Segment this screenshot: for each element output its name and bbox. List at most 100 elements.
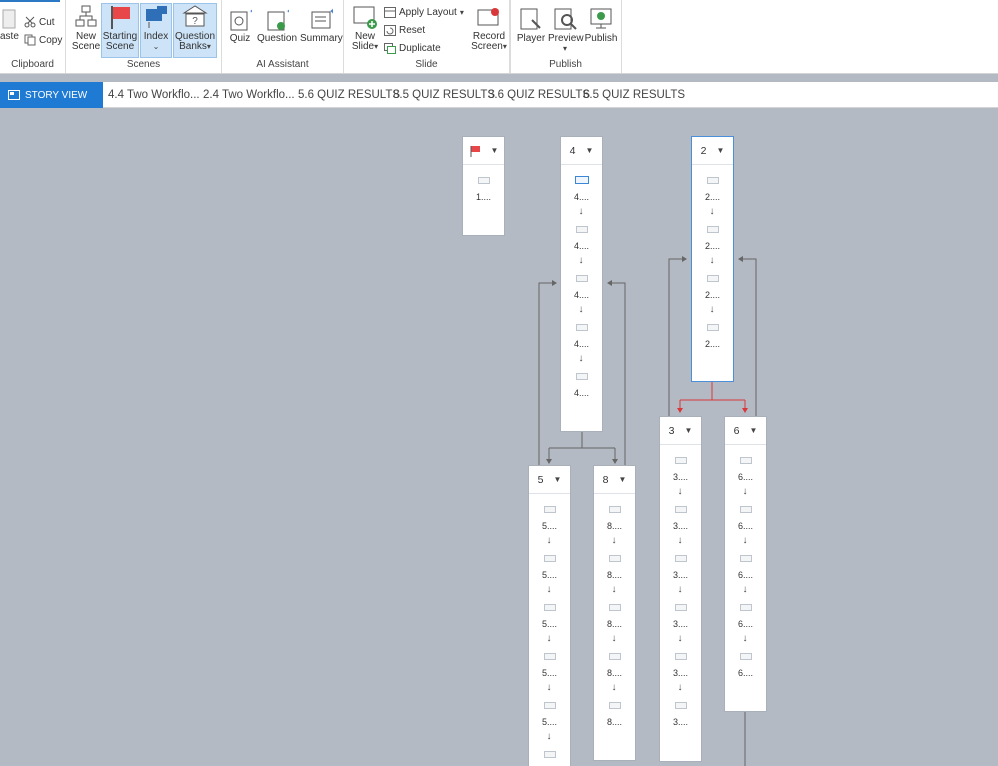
slide-label[interactable]: 4.... xyxy=(561,192,602,202)
tab-slide[interactable]: 8.5 QUIZ RESULTS xyxy=(393,82,495,108)
slide-label[interactable]: 6.... xyxy=(725,668,766,678)
slide-thumbnail[interactable] xyxy=(575,324,588,331)
slide-thumbnail[interactable] xyxy=(706,324,719,331)
chevron-down-icon[interactable]: ▼ xyxy=(684,426,692,435)
question-button[interactable]: ✦ Question xyxy=(257,8,297,44)
scene-card-5[interactable]: 5 ▼ 5.... ↓ 5.... ↓ 5.... ↓ 5.... ↓ 5...… xyxy=(528,465,571,766)
slide-label[interactable]: 2.... xyxy=(692,241,733,251)
story-canvas[interactable]: ▼ 1.... 4 ▼ 4.... ↓ 4.... ↓ 4.... ↓ 4...… xyxy=(0,108,998,766)
slide-thumbnail[interactable] xyxy=(706,177,719,184)
slide-label[interactable]: 3.... xyxy=(660,717,701,727)
slide-label[interactable]: 3.... xyxy=(660,472,701,482)
scene-header[interactable]: ▼ xyxy=(463,137,504,165)
slide-label[interactable]: 4.... xyxy=(561,290,602,300)
slide-thumbnail[interactable] xyxy=(608,702,621,709)
slide-thumbnail[interactable] xyxy=(739,555,752,562)
tab-slide[interactable]: 3.6 QUIZ RESULTS xyxy=(488,82,590,108)
slide-thumbnail[interactable] xyxy=(739,506,752,513)
slide-label[interactable]: 8.... xyxy=(594,668,635,678)
slide-label[interactable]: 4.... xyxy=(561,388,602,398)
new-slide-button[interactable]: New Slide▾ xyxy=(349,4,381,52)
index-button[interactable]: Index ⌄ xyxy=(140,3,172,58)
slide-thumbnail[interactable] xyxy=(543,751,556,758)
slide-thumbnail[interactable] xyxy=(674,702,687,709)
tab-slide[interactable]: 5.6 QUIZ RESULTS xyxy=(298,82,400,108)
slide-thumbnail[interactable] xyxy=(543,604,556,611)
starting-scene-button[interactable]: Starting Scene xyxy=(101,3,139,58)
slide-thumbnail[interactable] xyxy=(477,177,490,184)
slide-thumbnail[interactable] xyxy=(574,176,589,184)
slide-label[interactable]: 8.... xyxy=(594,619,635,629)
slide-thumbnail[interactable] xyxy=(608,506,621,513)
summary-button[interactable]: ✦ Summary xyxy=(300,8,343,44)
tab-slide[interactable]: 4.4 Two Workflo... xyxy=(108,82,200,108)
slide-thumbnail[interactable] xyxy=(674,604,687,611)
slide-label[interactable]: 5.... xyxy=(529,521,570,531)
new-scene-button[interactable]: New Scene xyxy=(71,4,101,52)
slide-label[interactable]: 3.... xyxy=(660,619,701,629)
publish-button[interactable]: Publish xyxy=(584,6,618,44)
slide-label[interactable]: 8.... xyxy=(594,521,635,531)
slide-label[interactable]: 6.... xyxy=(725,472,766,482)
slide-label[interactable]: 3.... xyxy=(660,521,701,531)
scene-card-6[interactable]: 6 ▼ 6.... ↓ 6.... ↓ 6.... ↓ 6.... ↓ 6...… xyxy=(724,416,767,712)
slide-label[interactable]: 5.... xyxy=(529,570,570,580)
slide-thumbnail[interactable] xyxy=(608,653,621,660)
player-button[interactable]: Player xyxy=(516,6,546,44)
slide-label[interactable]: 8.... xyxy=(594,570,635,580)
chevron-down-icon[interactable]: ▼ xyxy=(618,475,626,484)
scene-card-4[interactable]: 4 ▼ 4.... ↓ 4.... ↓ 4.... ↓ 4.... ↓ 4...… xyxy=(560,136,603,432)
copy-button[interactable]: Copy xyxy=(24,34,62,46)
chevron-down-icon[interactable]: ▼ xyxy=(553,475,561,484)
slide-thumbnail[interactable] xyxy=(706,226,719,233)
slide-thumbnail[interactable] xyxy=(739,604,752,611)
scene-card-8[interactable]: 8 ▼ 8.... ↓ 8.... ↓ 8.... ↓ 8.... ↓ 8...… xyxy=(593,465,636,761)
slide-thumbnail[interactable] xyxy=(543,506,556,513)
slide-thumbnail[interactable] xyxy=(739,457,752,464)
slide-label[interactable]: 6.... xyxy=(725,619,766,629)
slide-thumbnail[interactable] xyxy=(543,653,556,660)
slide-thumbnail[interactable] xyxy=(674,506,687,513)
slide-thumbnail[interactable] xyxy=(674,457,687,464)
slide-label[interactable]: 3.... xyxy=(660,668,701,678)
tab-story-view[interactable]: STORY VIEW xyxy=(0,82,103,108)
tab-slide[interactable]: 6.5 QUIZ RESULTS xyxy=(583,82,685,108)
quiz-button[interactable]: ✦ Quiz xyxy=(227,8,253,44)
slide-label[interactable]: 4.... xyxy=(561,339,602,349)
chevron-down-icon[interactable]: ▼ xyxy=(749,426,757,435)
tab-slide[interactable]: 2.4 Two Workflo... xyxy=(203,82,295,108)
paste-button[interactable]: aste xyxy=(0,8,19,42)
record-screen-button[interactable]: Record Screen▾ xyxy=(470,6,508,52)
slide-label[interactable]: 5.... xyxy=(529,619,570,629)
slide-thumbnail[interactable] xyxy=(706,275,719,282)
slide-thumbnail[interactable] xyxy=(575,373,588,380)
slide-label[interactable]: 2.... xyxy=(692,192,733,202)
slide-label[interactable]: 4.... xyxy=(561,241,602,251)
slide-thumbnail[interactable] xyxy=(575,275,588,282)
slide-label[interactable]: 2.... xyxy=(692,290,733,300)
question-banks-button[interactable]: ? Question Banks▾ xyxy=(173,3,217,58)
slide-label[interactable]: 3.... xyxy=(660,570,701,580)
slide-label[interactable]: 1.... xyxy=(463,192,504,202)
slide-thumbnail[interactable] xyxy=(608,555,621,562)
apply-layout-button[interactable]: Apply Layout ▾ xyxy=(384,7,464,18)
preview-button[interactable]: Preview ▾ xyxy=(548,6,584,54)
scene-header[interactable]: 8 ▼ xyxy=(594,466,635,494)
slide-thumbnail[interactable] xyxy=(608,604,621,611)
slide-label[interactable]: 8.... xyxy=(594,717,635,727)
slide-thumbnail[interactable] xyxy=(543,555,556,562)
duplicate-button[interactable]: Duplicate xyxy=(384,43,441,54)
scene-header[interactable]: 2 ▼ xyxy=(692,137,733,165)
slide-label[interactable]: 5.... xyxy=(529,668,570,678)
slide-label[interactable]: 2.... xyxy=(692,339,733,349)
cut-button[interactable]: Cut xyxy=(24,16,55,28)
scene-header[interactable]: 4 ▼ xyxy=(561,137,602,165)
chevron-down-icon[interactable]: ▼ xyxy=(716,146,724,155)
chevron-down-icon[interactable]: ▼ xyxy=(491,146,499,155)
scene-header[interactable]: 6 ▼ xyxy=(725,417,766,445)
slide-thumbnail[interactable] xyxy=(543,702,556,709)
reset-button[interactable]: Reset xyxy=(384,25,425,36)
scene-header[interactable]: 3 ▼ xyxy=(660,417,701,445)
slide-label[interactable]: 6.... xyxy=(725,570,766,580)
scene-card-1[interactable]: ▼ 1.... xyxy=(462,136,505,236)
